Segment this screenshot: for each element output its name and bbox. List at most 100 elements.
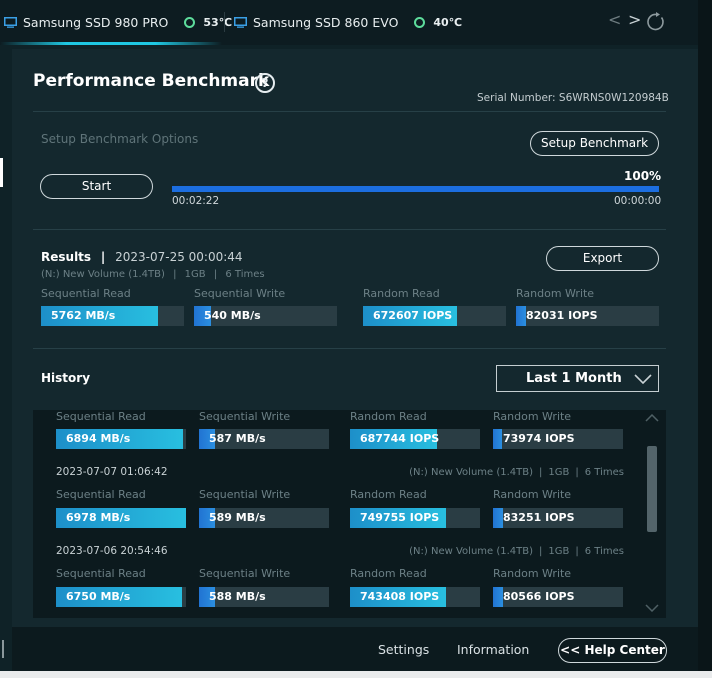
metric-bar: 6894 MB/s	[56, 429, 186, 449]
chevron-down-icon	[634, 374, 652, 384]
metric-label: Random Read	[350, 410, 427, 423]
history-entry-times: 6 Times	[584, 467, 624, 478]
progress-percent: 100%	[624, 169, 662, 183]
separator: |	[539, 467, 543, 478]
results-volume: (N:) New Volume (1.4TB)	[41, 269, 165, 280]
metric-label: Sequential Read	[56, 567, 146, 580]
separator: |	[575, 467, 579, 478]
metric-value: 6750 MB/s	[66, 590, 131, 603]
metric-label: Sequential Write	[199, 410, 291, 423]
metric-value: 687744 IOPS	[360, 432, 440, 445]
export-button[interactable]: Export	[546, 246, 659, 271]
metric-value: 588 MB/s	[209, 590, 266, 603]
results-datetime: 2023-07-25 00:00:44	[115, 250, 243, 264]
temperature-value: 53℃	[203, 16, 233, 29]
tab-label: Samsung SSD 860 EVO	[253, 15, 399, 30]
next-device-button[interactable]: >	[628, 10, 641, 29]
scrollbar-thumb[interactable]	[647, 446, 657, 532]
metric-value: 80566 IOPS	[503, 590, 575, 603]
metric-label: Random Write	[516, 287, 595, 300]
metric-value: 82031 IOPS	[526, 309, 598, 322]
metric-bar: 587 MB/s	[199, 429, 329, 449]
metric-bar: 6750 MB/s	[56, 587, 186, 607]
metric-label: Sequential Read	[56, 410, 146, 423]
results-header: Results | 2023-07-25 00:00:44	[41, 250, 243, 264]
metric-label: Sequential Read	[56, 488, 146, 501]
active-tab-indicator	[0, 42, 222, 45]
page-title: Performance Benchmark	[33, 71, 270, 91]
metric-bar: 82031 IOPS	[516, 306, 659, 326]
tab-device-860-evo[interactable]: Samsung SSD 860 EVO 40℃	[234, 0, 462, 45]
metric-bar: 73974 IOPS	[493, 429, 623, 449]
metric-value: 672607 IOPS	[373, 309, 453, 322]
metric-value: 749755 IOPS	[360, 511, 440, 524]
history-entry-volume: (N:) New Volume (1.4TB)	[409, 546, 534, 557]
metric-label: Random Write	[493, 488, 572, 501]
temperature-status-icon	[414, 17, 426, 28]
history-entry-datetime: 2023-07-06 20:54:46	[56, 545, 168, 557]
metric-bar: 80566 IOPS	[493, 587, 623, 607]
scroll-down-icon[interactable]	[645, 604, 659, 612]
history-entry-config: (N:) New Volume (1.4TB) | 1GB | 6 Times	[409, 546, 624, 557]
metric-value: 540 MB/s	[204, 309, 261, 322]
metric-label: Random Write	[493, 567, 572, 580]
metric-value: 743408 IOPS	[360, 590, 440, 603]
tab-device-980-pro[interactable]: Samsung SSD 980 PRO 53℃	[4, 0, 232, 45]
metric-value: 6894 MB/s	[66, 432, 131, 445]
history-entry-times: 6 Times	[584, 546, 624, 557]
history-label: History	[41, 371, 91, 385]
history-entry-size: 1GB	[548, 546, 570, 557]
results-times: 6 Times	[225, 269, 265, 280]
progress-bar	[172, 186, 659, 192]
serial-number: Serial Number: S6WRNS0W120984B	[477, 92, 669, 104]
metric-label: Random Read	[350, 567, 427, 580]
metric-value: 6978 MB/s	[66, 511, 131, 524]
metric-bar-fill	[493, 508, 504, 528]
history-entry-size: 1GB	[548, 467, 570, 478]
start-button[interactable]: Start	[40, 174, 153, 199]
metric-label: Random Read	[350, 488, 427, 501]
refresh-icon[interactable]	[646, 12, 666, 32]
metric-value: 83251 IOPS	[503, 511, 575, 524]
metric-label: Sequential Write	[199, 488, 291, 501]
prev-device-button[interactable]: <	[608, 10, 621, 29]
results-config: (N:) New Volume (1.4TB) | 1GB | 6 Times	[41, 269, 265, 280]
tab-divider	[224, 12, 225, 32]
results-label: Results	[41, 250, 92, 264]
window-edge	[698, 0, 712, 678]
text-cursor-marker	[0, 158, 3, 187]
metric-bar: 743408 IOPS	[350, 587, 480, 607]
history-filter-dropdown[interactable]: Last 1 Month	[496, 365, 659, 392]
scroll-up-icon[interactable]	[645, 414, 659, 422]
information-link[interactable]: Information	[457, 642, 529, 657]
help-center-button[interactable]: << Help Center	[558, 638, 667, 663]
metric-label: Random Read	[363, 287, 440, 300]
monitor-icon	[234, 17, 247, 28]
progress-fill	[172, 186, 659, 192]
history-entry-datetime: 2023-07-07 01:06:42	[56, 466, 168, 478]
metric-bar: 687744 IOPS	[350, 429, 480, 449]
metric-bar: 83251 IOPS	[493, 508, 623, 528]
help-icon[interactable]: ?	[255, 73, 275, 93]
metric-value: 587 MB/s	[209, 432, 266, 445]
temperature-status-icon	[184, 17, 196, 28]
metric-bar: 588 MB/s	[199, 587, 329, 607]
history-list[interactable]: Sequential Read 6894 MB/s Sequential Write…	[33, 410, 666, 618]
separator: |	[539, 546, 543, 557]
metric-bar-fill	[493, 587, 504, 607]
metric-label: Sequential Write	[199, 567, 291, 580]
metric-bar: 589 MB/s	[199, 508, 329, 528]
metric-value: 589 MB/s	[209, 511, 266, 524]
temperature: 40℃	[414, 16, 462, 29]
metric-label: Sequential Read	[41, 287, 131, 300]
footer-edge-marker	[2, 640, 4, 658]
results-separator: |	[100, 250, 106, 264]
metric-bar: 5762 MB/s	[41, 306, 184, 326]
history-filter-value: Last 1 Month	[526, 371, 622, 386]
separator: |	[575, 546, 579, 557]
results-size: 1GB	[184, 269, 206, 280]
metric-value: 73974 IOPS	[503, 432, 575, 445]
settings-link[interactable]: Settings	[378, 642, 429, 657]
metric-bar: 540 MB/s	[194, 306, 337, 326]
setup-benchmark-button[interactable]: Setup Benchmark	[530, 131, 659, 156]
